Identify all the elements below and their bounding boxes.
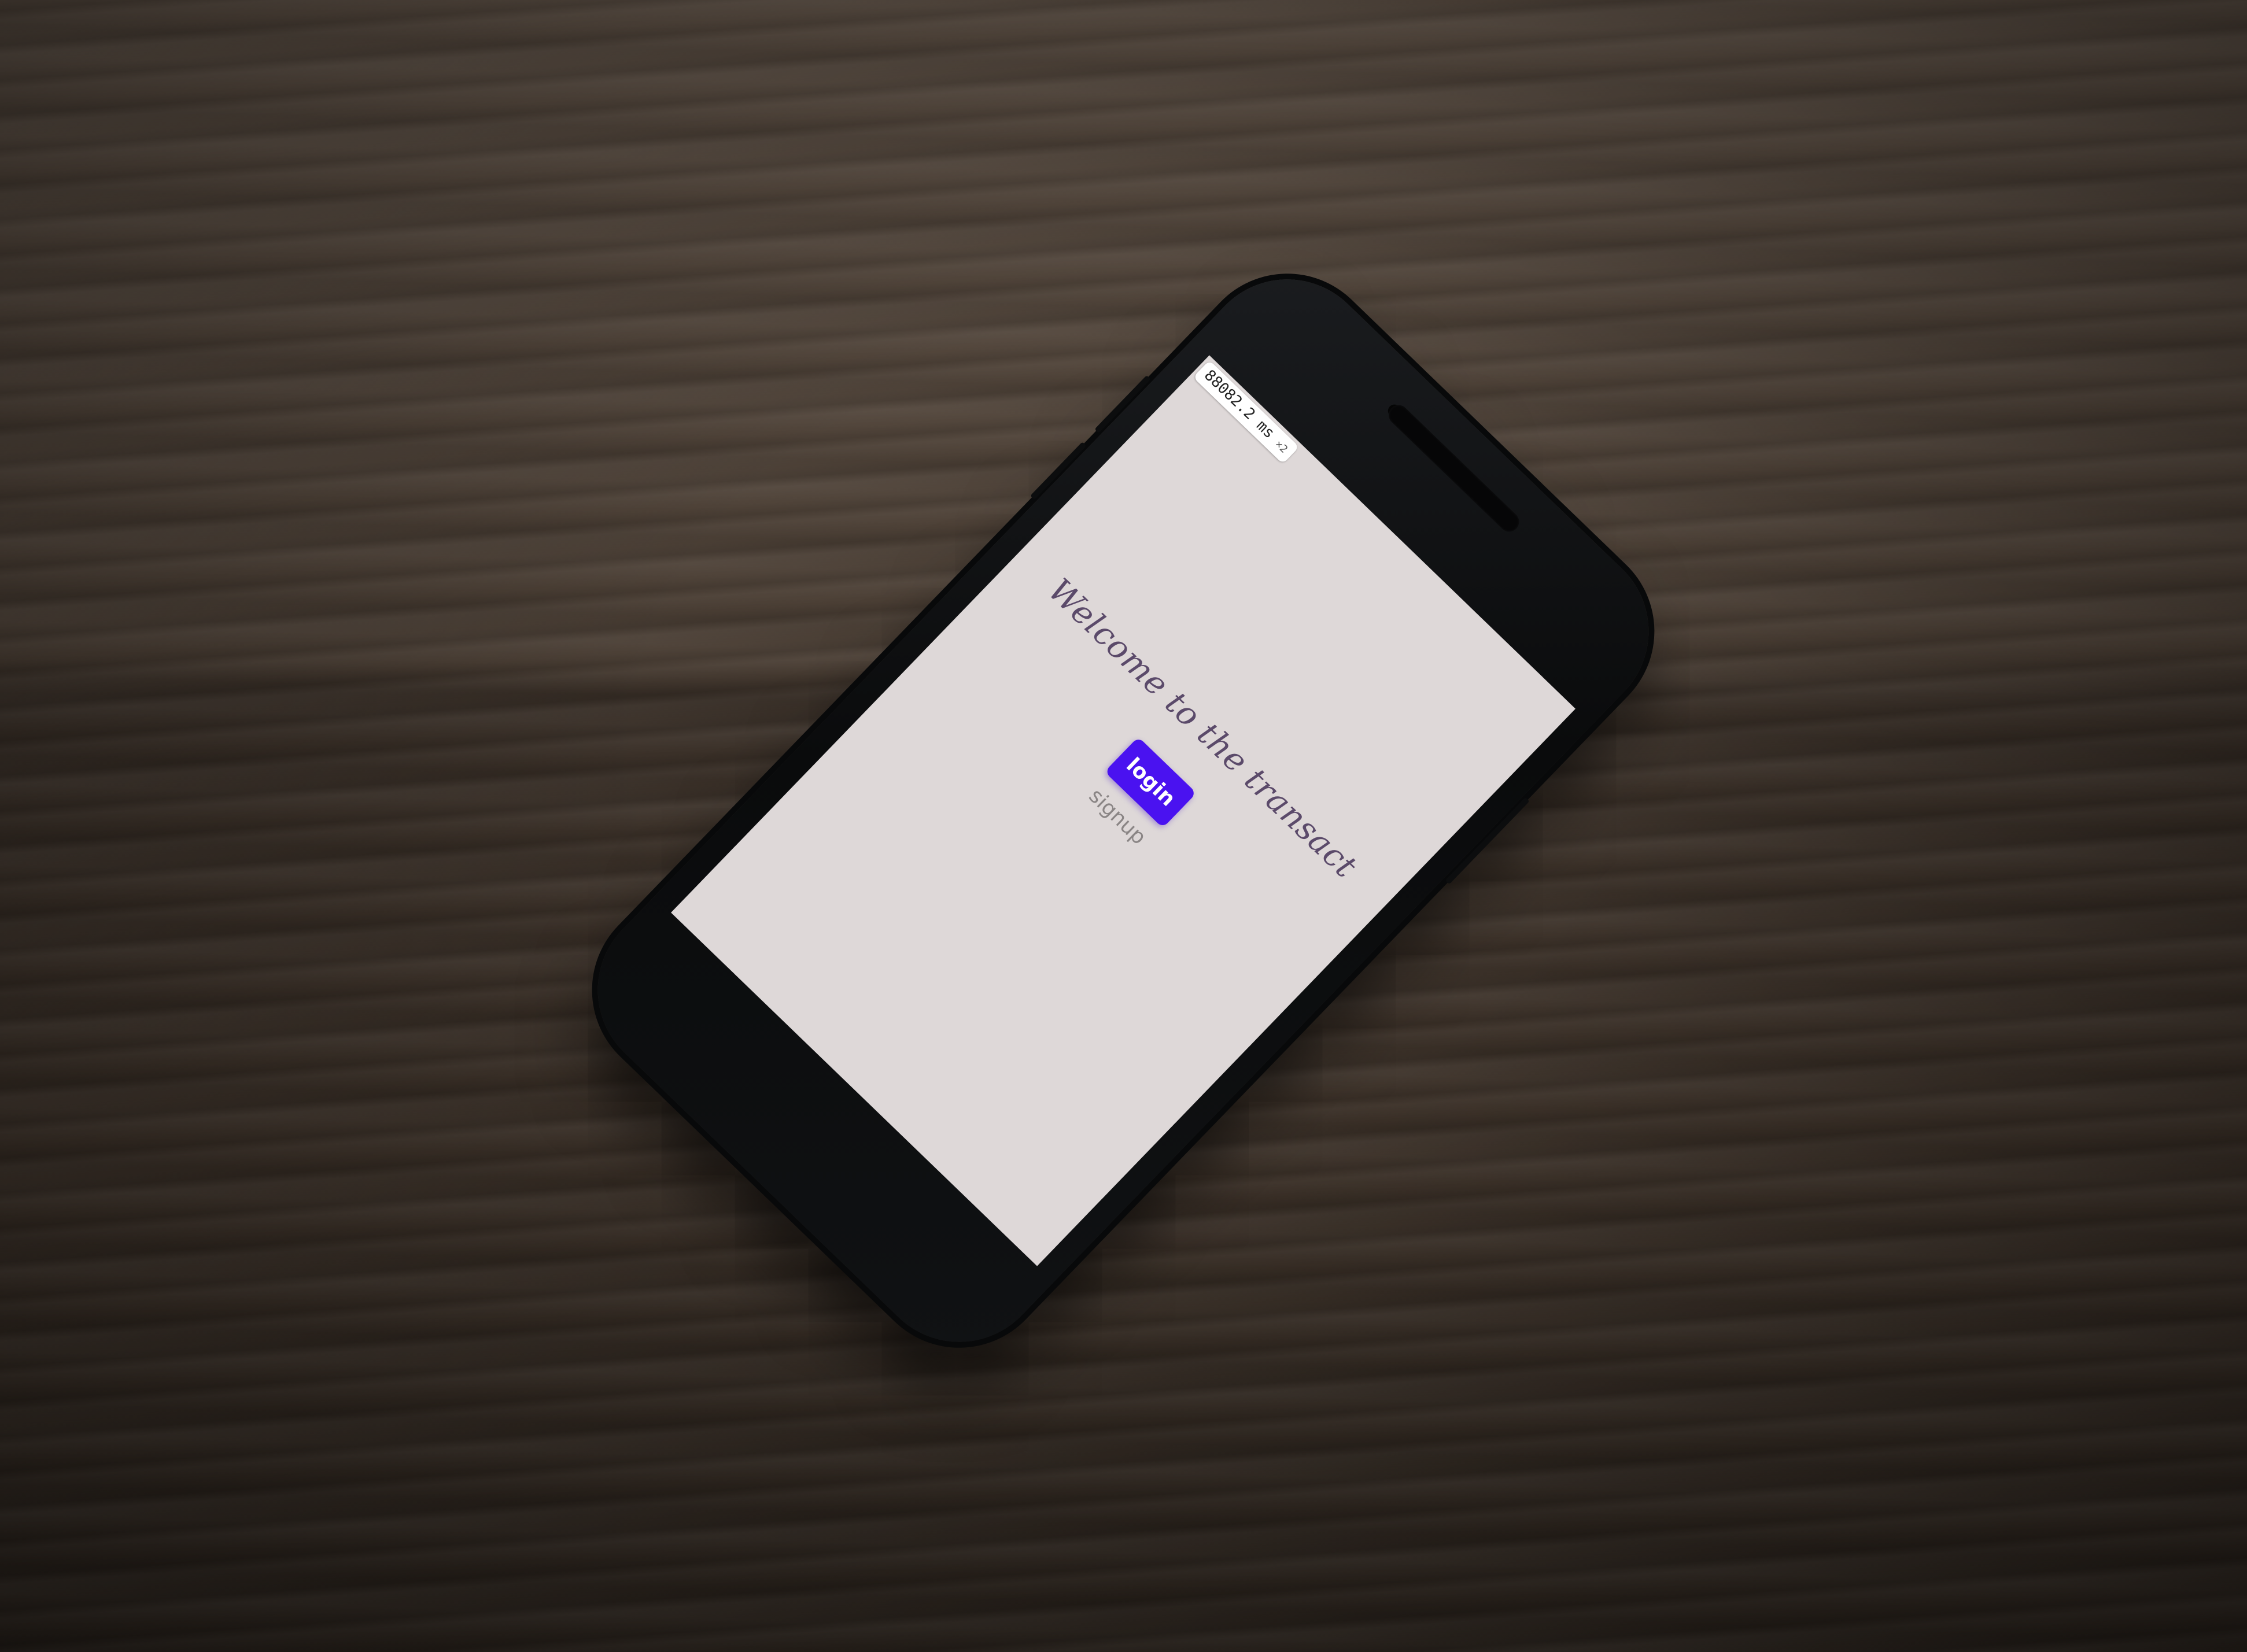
performance-badge: 88082.2 ms×2 (1193, 360, 1300, 464)
welcome-heading: Welcome to the transact (1041, 571, 1364, 886)
signup-link[interactable]: signup (926, 631, 1309, 1002)
performance-multiplier: ×2 (1272, 438, 1290, 456)
performance-time: 88082.2 ms (1201, 367, 1278, 442)
